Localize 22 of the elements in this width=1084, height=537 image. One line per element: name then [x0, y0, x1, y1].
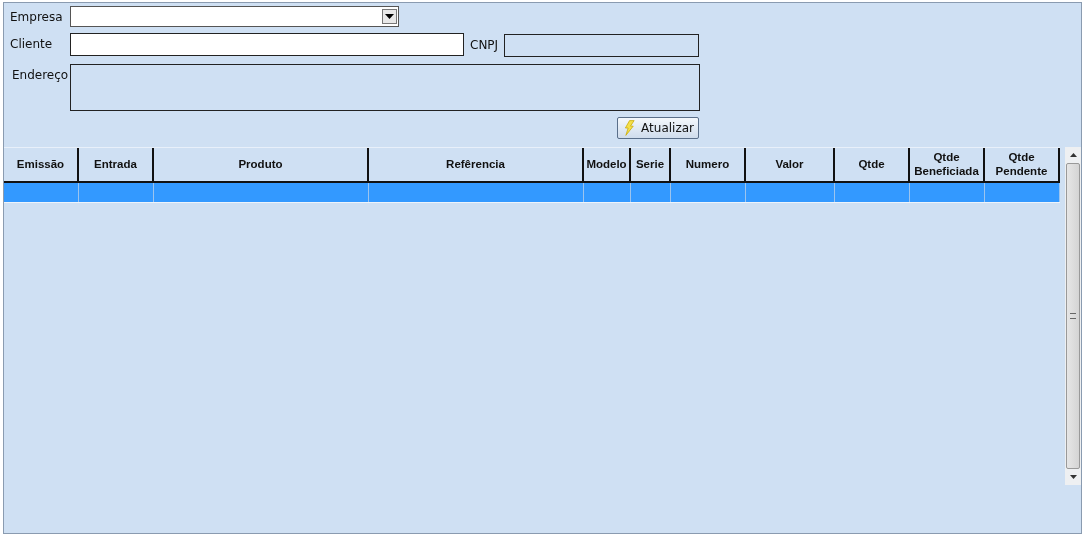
client-field[interactable]: [70, 33, 464, 56]
table-row[interactable]: [4, 183, 1060, 203]
column-header[interactable]: Serie: [631, 148, 671, 181]
column-header[interactable]: Qtde Beneficiada: [910, 148, 985, 181]
field-label: Empresa: [10, 9, 64, 24]
column-header[interactable]: Refêrencia: [369, 148, 584, 181]
field-label: Endereço: [11, 67, 70, 82]
column-header[interactable]: Produto: [154, 148, 369, 181]
scroll-thumb[interactable]: [1066, 163, 1080, 469]
column-header[interactable]: Entrada: [79, 148, 154, 181]
column-header[interactable]: Modelo: [584, 148, 631, 181]
column-header[interactable]: Emissão: [4, 148, 79, 181]
column-header[interactable]: Qtde Pendente: [985, 148, 1060, 181]
refresh-button[interactable]: Atualizar: [617, 117, 699, 139]
column-header[interactable]: Numero: [671, 148, 746, 181]
field-label: Cliente: [10, 36, 54, 51]
column-header[interactable]: Qtde: [835, 148, 910, 181]
vertical-scrollbar[interactable]: [1065, 147, 1081, 485]
lightning-icon: [624, 120, 636, 136]
field-label: CNPJ: [469, 37, 500, 52]
column-header[interactable]: Valor: [746, 148, 835, 181]
company-dropdown[interactable]: [70, 6, 399, 27]
